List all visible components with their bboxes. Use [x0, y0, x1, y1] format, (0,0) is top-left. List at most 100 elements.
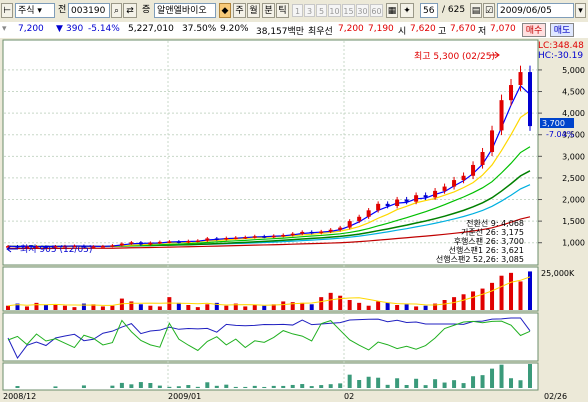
- date-label-feb: 02: [344, 392, 354, 401]
- chart-icon[interactable]: ▤: [470, 3, 482, 18]
- interval-15[interactable]: 15: [342, 4, 355, 17]
- interval-10[interactable]: 10: [328, 4, 341, 17]
- histogram-bar: [15, 386, 20, 388]
- candle: [338, 227, 343, 230]
- volume-bar: [24, 306, 29, 310]
- volume-bar: [252, 305, 257, 310]
- name-prefix: 증: [142, 5, 151, 15]
- interval-5[interactable]: 5: [316, 4, 327, 17]
- stock-code-input[interactable]: 003190: [68, 3, 110, 18]
- count-total: / 625: [442, 5, 466, 15]
- candle: [119, 243, 124, 246]
- daily-button[interactable]: ◆: [219, 3, 231, 18]
- volume-bar: [442, 300, 447, 310]
- volume-bar: [110, 305, 115, 310]
- histogram-bar: [138, 382, 143, 388]
- zoom-icon[interactable]: ✦: [400, 3, 414, 18]
- candle: [252, 236, 257, 238]
- candle: [442, 186, 447, 191]
- stock-chart[interactable]: 5,0004,5004,0003,5003,0002,5002,0001,500…: [0, 38, 588, 402]
- sell-button[interactable]: 매도: [550, 23, 574, 37]
- candle: [214, 238, 219, 240]
- candle: [518, 72, 523, 86]
- pct-value: 9.20%: [220, 24, 249, 34]
- settings-icon[interactable]: ▦: [386, 3, 398, 18]
- candle: [509, 85, 514, 101]
- histogram-bar: [433, 379, 438, 388]
- volume-bar: [423, 305, 428, 310]
- candle: [129, 242, 134, 244]
- volume-bar: [376, 301, 381, 310]
- date-label-last: 02/26: [544, 392, 567, 401]
- candle: [290, 233, 295, 236]
- count-input[interactable]: 56: [420, 3, 438, 18]
- volume-bar: [404, 304, 409, 310]
- histogram-bar: [271, 385, 276, 388]
- volume-bar: [100, 306, 105, 310]
- date-input[interactable]: 2009/06/05: [497, 3, 574, 18]
- candle: [376, 203, 381, 211]
- histogram-bar: [414, 378, 419, 388]
- buy-button[interactable]: 매수: [522, 23, 546, 37]
- price-panel[interactable]: [2, 39, 539, 266]
- candle: [385, 203, 390, 206]
- histogram-bar: [395, 378, 400, 388]
- histogram-bar: [214, 385, 219, 388]
- calendar-icon[interactable]: ▾: [575, 3, 586, 18]
- histogram-bar: [119, 382, 124, 388]
- current-price: 7,200: [18, 24, 44, 34]
- pin-icon[interactable]: ⊢: [1, 3, 13, 18]
- histogram-bar: [195, 386, 200, 388]
- price-tick-label: 2,000: [562, 196, 585, 205]
- histogram-bar: [442, 382, 447, 388]
- interval-1[interactable]: 1: [292, 4, 303, 17]
- indicator-panel[interactable]: [2, 312, 539, 362]
- candle: [528, 72, 532, 127]
- volume-bar: [186, 305, 191, 310]
- histogram-bar: [186, 385, 191, 388]
- candle: [461, 175, 466, 181]
- volume-bar: [129, 301, 134, 310]
- price-tick-label: 3,000: [562, 152, 585, 161]
- volume-bar: [509, 272, 514, 310]
- price-tick-label: 5,000: [562, 66, 585, 75]
- volume-bar: [414, 306, 419, 310]
- histogram-bar: [499, 364, 504, 388]
- interval-3[interactable]: 3: [304, 4, 315, 17]
- info-arrow-icon: ▾: [2, 24, 7, 34]
- search-icon[interactable]: ⌕: [111, 3, 122, 18]
- volume-bar: [499, 275, 504, 310]
- volume-bar: [34, 302, 39, 310]
- checkbox-icon[interactable]: ☑: [483, 3, 495, 18]
- tab-week[interactable]: 주: [233, 3, 246, 18]
- histogram-bar: [53, 386, 58, 388]
- candle: [490, 130, 495, 152]
- candle: [271, 235, 276, 238]
- volume-bar: [300, 302, 305, 310]
- market-select[interactable]: 주식 ▾: [15, 3, 55, 18]
- swap-icon[interactable]: ⇄: [123, 3, 137, 18]
- histogram-bar: [129, 384, 134, 388]
- candle: [328, 229, 333, 232]
- tab-month[interactable]: 월: [247, 3, 260, 18]
- price-tag-pct: -7.04%: [546, 130, 575, 139]
- histogram-bar: [518, 380, 523, 388]
- tab-minute[interactable]: 분: [262, 3, 275, 18]
- price-tick-label: 4,500: [562, 88, 585, 97]
- code-prefix: 전: [58, 5, 67, 15]
- info-bar: ▾ 7,200 ▼ 390 -5.14% 5,227,010 37.50% 9.…: [0, 22, 588, 39]
- legend-item: 후행스팬 26: 3,700: [454, 236, 524, 246]
- candle: [195, 240, 200, 243]
- date-value: 2009/06/05: [500, 6, 552, 16]
- tab-tick[interactable]: 틱: [276, 3, 289, 18]
- histogram-bar: [300, 384, 305, 388]
- candle: [157, 241, 162, 244]
- candle: [281, 234, 286, 237]
- hc-label: HC:-30.19: [538, 51, 583, 61]
- candle: [186, 240, 191, 243]
- low-price: 7,070: [490, 24, 516, 34]
- histogram-bar: [347, 374, 352, 388]
- interval-30[interactable]: 30: [356, 4, 369, 17]
- interval-60[interactable]: 60: [370, 4, 383, 17]
- turnover-pct: 37.50%: [182, 24, 217, 34]
